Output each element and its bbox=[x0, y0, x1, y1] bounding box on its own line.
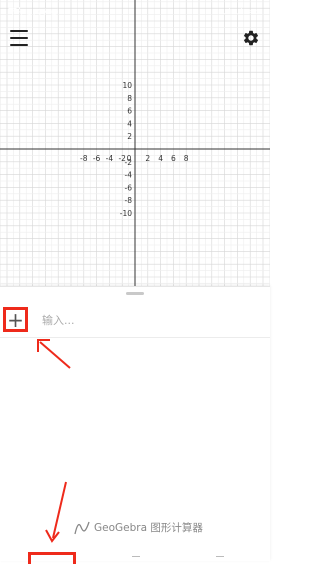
brand: GeoGebra 图形计算器 bbox=[74, 520, 203, 535]
y-tick-label: 4 bbox=[127, 119, 132, 128]
add-item-button[interactable]: + bbox=[3, 307, 28, 332]
brand-text: GeoGebra 图形计算器 bbox=[94, 522, 203, 534]
y-tick-label: -4 bbox=[125, 171, 133, 180]
geogebra-curve-icon bbox=[74, 521, 90, 534]
x-tick-label: 6 bbox=[171, 154, 176, 163]
coordinate-grid[interactable]: -8 -6 -4 -2 0 2 4 6 8108642-2-4-6-8-10 bbox=[0, 0, 270, 286]
y-tick-label: -8 bbox=[125, 196, 133, 205]
nav-algebra-tab[interactable] bbox=[28, 552, 76, 564]
algebra-input[interactable] bbox=[42, 312, 242, 328]
x-tick-label: -8 bbox=[80, 154, 88, 163]
nav-table-tab[interactable] bbox=[216, 556, 224, 557]
x-tick-label: 8 bbox=[184, 154, 189, 163]
graphing-view[interactable]: -8 -6 -4 -2 0 2 4 6 8 10 8 6 4 2 -2 -4 -6 -8 -10 bbox=[0, 0, 270, 286]
y-tick-label: -2 bbox=[125, 158, 133, 167]
y-tick-label: 2 bbox=[127, 132, 132, 141]
x-tick-label: -6 bbox=[93, 154, 101, 163]
menu-icon[interactable] bbox=[10, 30, 28, 46]
y-tick-label: -10 bbox=[120, 209, 132, 218]
x-tick-label: -4 bbox=[106, 154, 114, 163]
gear-icon[interactable] bbox=[242, 29, 260, 47]
plus-icon: + bbox=[7, 307, 24, 332]
drag-handle[interactable] bbox=[126, 292, 144, 295]
nav-tools-tab[interactable] bbox=[132, 556, 140, 557]
input-row: + bbox=[0, 303, 270, 338]
x-tick-label: 4 bbox=[158, 154, 163, 163]
y-tick-label: 8 bbox=[127, 94, 132, 103]
y-tick-label: 6 bbox=[127, 107, 132, 116]
x-tick-label: 2 bbox=[145, 154, 150, 163]
y-tick-label: -6 bbox=[125, 183, 133, 192]
y-tick-label: 10 bbox=[122, 81, 132, 90]
